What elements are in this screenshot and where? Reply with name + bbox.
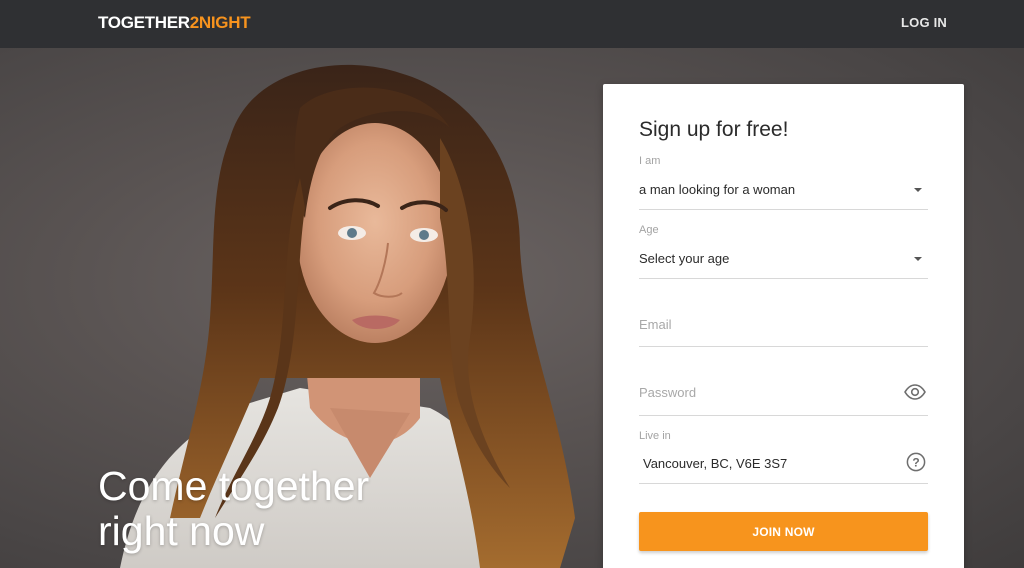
svg-text:?: ?	[912, 455, 919, 469]
chevron-down-icon	[914, 257, 922, 261]
live-in-field[interactable]: Live in Vancouver, BC, V6E 3S7 ?	[639, 430, 928, 484]
hero-tagline: Come together right now	[98, 464, 438, 554]
i-am-select[interactable]: I am a man looking for a woman	[639, 154, 928, 210]
join-now-button[interactable]: JOIN NOW	[639, 512, 928, 551]
top-navigation-bar: TOGETHER2NIGHT LOG IN	[0, 0, 1024, 48]
i-am-value: a man looking for a woman	[639, 182, 796, 197]
password-field[interactable]	[639, 380, 928, 416]
chevron-down-icon	[914, 188, 922, 192]
password-input[interactable]	[639, 385, 889, 400]
logo-text-main: TOGETHER	[98, 13, 190, 32]
age-label: Age	[639, 224, 659, 236]
tagline-line-1: Come together	[98, 463, 370, 509]
eye-icon[interactable]	[904, 384, 926, 405]
site-logo[interactable]: TOGETHER2NIGHT	[98, 13, 251, 33]
login-link[interactable]: LOG IN	[901, 15, 947, 30]
age-value: Select your age	[639, 251, 730, 266]
i-am-label: I am	[639, 155, 661, 167]
tagline-line-2: right now	[98, 508, 265, 554]
help-question-icon[interactable]: ?	[906, 452, 926, 477]
email-field[interactable]	[639, 312, 928, 347]
email-input[interactable]	[639, 317, 889, 332]
live-in-value[interactable]: Vancouver, BC, V6E 3S7	[643, 456, 787, 471]
live-in-label: Live in	[639, 430, 671, 442]
age-select[interactable]: Age Select your age	[639, 224, 928, 279]
signup-title: Sign up for free!	[639, 118, 789, 141]
logo-text-accent: 2NIGHT	[189, 13, 251, 32]
signup-card: Sign up for free! I am a man looking for…	[603, 84, 964, 568]
